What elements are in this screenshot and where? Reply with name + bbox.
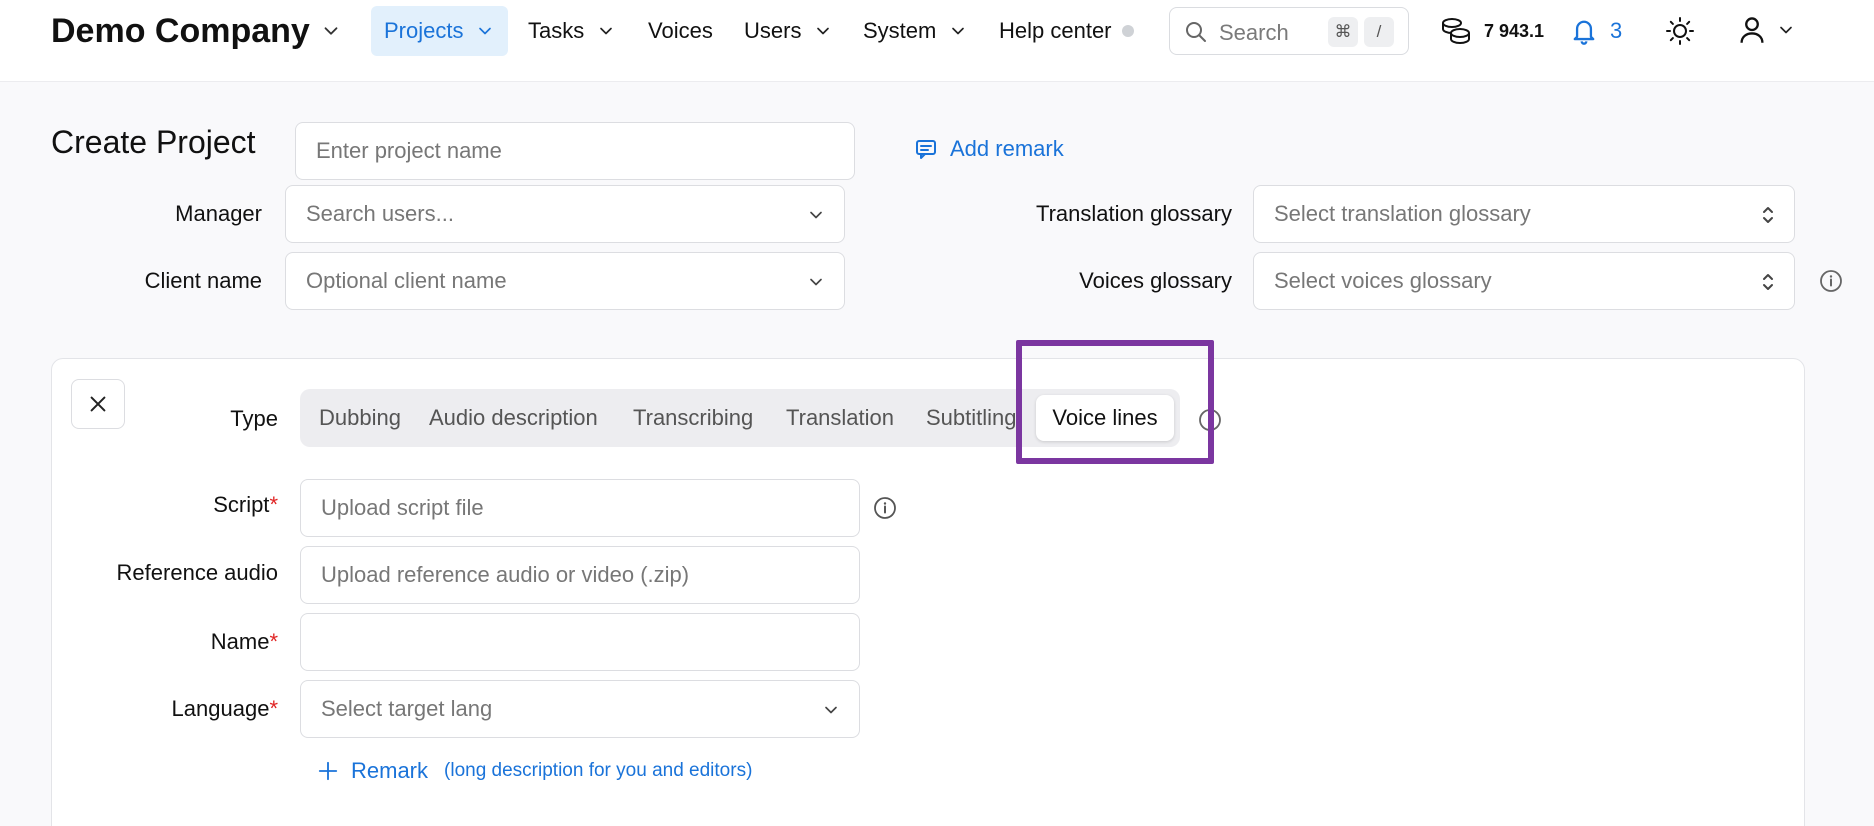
up-down-chevron-icon xyxy=(1760,270,1776,294)
company-chevron-down-icon[interactable] xyxy=(320,20,342,42)
script-label: Script* xyxy=(150,492,278,518)
notifications-button[interactable]: 3 xyxy=(1570,14,1622,48)
type-tab-transcribing[interactable]: Transcribing xyxy=(633,400,753,436)
nav-system[interactable]: System xyxy=(863,6,968,56)
status-dot xyxy=(1121,25,1134,37)
remark-label: Remark xyxy=(351,758,429,783)
up-down-chevron-icon xyxy=(1760,203,1776,227)
close-icon xyxy=(87,393,109,415)
remove-task-button[interactable] xyxy=(71,379,125,429)
remark-hint: (long description for you and editors) xyxy=(444,760,753,781)
nav-projects-label: Projects xyxy=(384,18,464,43)
name-label-text: Name xyxy=(210,629,270,654)
comment-icon xyxy=(914,137,938,161)
type-tab-translation[interactable]: Translation xyxy=(786,400,894,436)
required-mark: * xyxy=(269,492,278,517)
script-info-icon[interactable] xyxy=(873,496,897,520)
reference-audio-placeholder: Upload reference audio or video (.zip) xyxy=(321,562,690,587)
nav-voices[interactable]: Voices xyxy=(648,6,713,56)
language-label-text: Language xyxy=(171,696,270,721)
search-icon xyxy=(1184,20,1208,44)
notifications-count: 3 xyxy=(1610,18,1623,43)
type-tab-subtitling[interactable]: Subtitling xyxy=(926,400,1026,436)
top-navigation-bar: Demo Company Projects Tasks Voices Users… xyxy=(0,0,1874,82)
language-select[interactable]: Select target lang xyxy=(300,680,860,738)
type-label: Type xyxy=(230,406,278,431)
script-upload-input[interactable]: Upload script file xyxy=(300,479,860,537)
add-task-remark-button[interactable]: Remark (long description for you and edi… xyxy=(317,758,752,784)
script-placeholder: Upload script file xyxy=(321,495,484,520)
balance-value: 7 943.1 xyxy=(1484,20,1545,41)
voices-glossary-placeholder: Select voices glossary xyxy=(1274,268,1492,293)
plus-icon xyxy=(317,760,339,782)
chevron-down-icon xyxy=(821,700,841,720)
nav-help-center-label: Help center xyxy=(999,18,1112,43)
language-placeholder: Select target lang xyxy=(321,696,493,721)
translation-glossary-select[interactable]: Select translation glossary xyxy=(1253,185,1795,243)
nav-tasks[interactable]: Tasks xyxy=(528,6,616,56)
client-name-label: Client name xyxy=(144,268,262,293)
chevron-down-icon xyxy=(475,21,495,41)
project-name-input[interactable]: Enter project name xyxy=(295,122,855,180)
nav-projects[interactable]: Projects xyxy=(371,6,509,56)
chevron-down-icon xyxy=(813,21,833,41)
bell-icon xyxy=(1570,16,1598,46)
nav-system-label: System xyxy=(863,18,937,43)
required-mark: * xyxy=(269,629,278,654)
chevron-down-icon xyxy=(806,272,826,292)
language-label: Language* xyxy=(140,696,278,722)
chevron-down-icon xyxy=(1776,20,1796,40)
add-remark-label: Add remark xyxy=(950,136,1064,161)
project-name-placeholder: Enter project name xyxy=(316,138,502,163)
global-search[interactable]: Search ⌘ / xyxy=(1169,7,1409,55)
voices-glossary-label: Voices glossary xyxy=(1079,268,1232,293)
script-label-text: Script xyxy=(213,492,270,517)
client-name-select[interactable]: Optional client name xyxy=(285,252,845,310)
chevron-down-icon xyxy=(806,205,826,225)
reference-audio-label: Reference audio xyxy=(116,560,278,585)
shortcut-command-key: ⌘ xyxy=(1328,17,1358,47)
nav-voices-label: Voices xyxy=(648,18,713,43)
company-name[interactable]: Demo Company xyxy=(51,10,310,52)
nav-users[interactable]: Users xyxy=(744,6,833,56)
shortcut-slash-key: / xyxy=(1364,17,1394,47)
reference-audio-upload-input[interactable]: Upload reference audio or video (.zip) xyxy=(300,546,860,604)
theme-toggle-sun-icon[interactable] xyxy=(1664,15,1696,47)
chevron-down-icon xyxy=(948,21,968,41)
user-menu[interactable] xyxy=(1738,15,1796,45)
required-mark: * xyxy=(269,696,278,721)
manager-placeholder: Search users... xyxy=(306,201,454,226)
chevron-down-icon xyxy=(596,21,616,41)
voices-glossary-info-icon[interactable] xyxy=(1819,269,1843,293)
translation-glossary-placeholder: Select translation glossary xyxy=(1274,201,1531,226)
type-tab-audio-description[interactable]: Audio description xyxy=(429,400,598,436)
manager-select[interactable]: Search users... xyxy=(285,185,845,243)
name-input[interactable] xyxy=(300,613,860,671)
nav-tasks-label: Tasks xyxy=(528,18,585,43)
coins-icon xyxy=(1440,15,1472,47)
page-title: Create Project xyxy=(51,124,256,160)
balance-display[interactable]: 7 943.1 xyxy=(1440,14,1544,48)
selection-highlight-box xyxy=(1016,340,1214,464)
nav-users-label: Users xyxy=(744,18,802,43)
voices-glossary-select[interactable]: Select voices glossary xyxy=(1253,252,1795,310)
manager-label: Manager xyxy=(175,201,262,226)
nav-help-center[interactable]: Help center xyxy=(999,6,1134,56)
client-name-placeholder: Optional client name xyxy=(306,268,507,293)
add-remark-button[interactable]: Add remark xyxy=(914,136,1064,162)
type-tab-dubbing[interactable]: Dubbing xyxy=(319,400,401,436)
search-placeholder: Search xyxy=(1219,20,1289,45)
translation-glossary-label: Translation glossary xyxy=(1035,201,1232,226)
user-icon xyxy=(1738,15,1766,45)
name-label: Name* xyxy=(150,629,278,655)
